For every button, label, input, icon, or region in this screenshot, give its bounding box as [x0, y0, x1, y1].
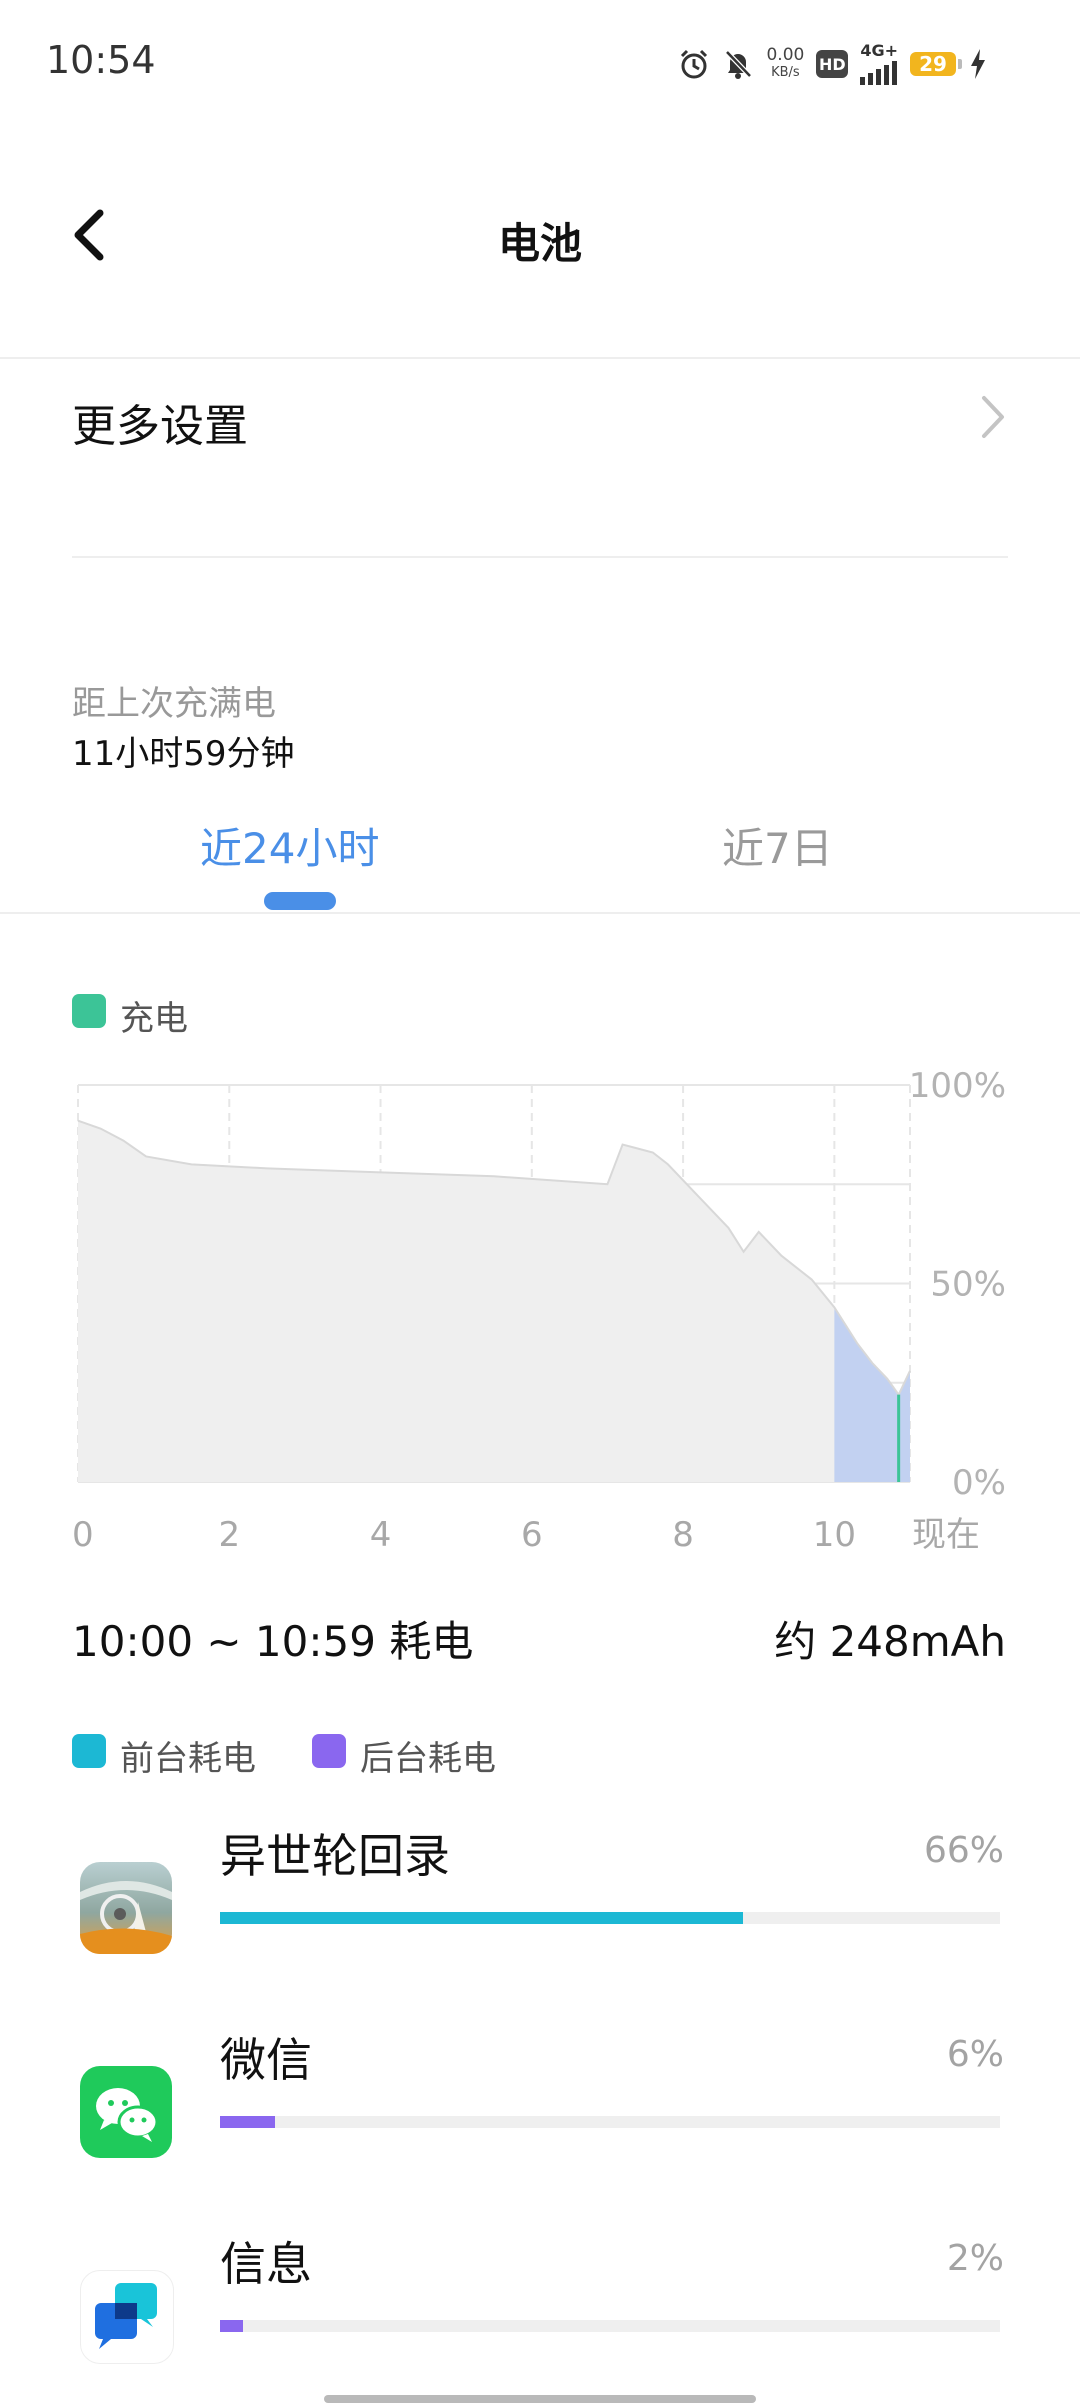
usage-bar: [220, 2116, 1000, 2128]
chevron-right-icon: [982, 396, 1004, 438]
x-tick-label: 现在: [912, 1515, 980, 1555]
net-speed-value: 0.00: [766, 45, 805, 65]
charging-bolt-icon: [971, 49, 985, 79]
usage-time-range: 10:00 ~ 10:59 耗电: [72, 1617, 474, 1666]
charging-legend-swatch: [72, 994, 106, 1028]
signal-icon: [860, 59, 898, 85]
usage-bar-fill: [220, 1912, 743, 1924]
app-row-wechat[interactable]: 微信 6%: [0, 2004, 1080, 2204]
messages-icon: [80, 2270, 174, 2364]
battery-level: 29: [919, 52, 947, 76]
foreground-legend-label: 前台耗电: [120, 1739, 256, 1779]
usage-bar: [220, 1912, 1000, 1924]
home-indicator[interactable]: [324, 2395, 756, 2403]
tab-24-hours[interactable]: 近24小时: [200, 815, 379, 876]
y-tick-label: 0%: [952, 1463, 1006, 1503]
wechat-icon: [80, 2066, 172, 2158]
net-speed: 0.00 KB/s: [766, 46, 804, 82]
status-icons: 0.00 KB/s HD 4G+ 29: [678, 40, 988, 88]
app-percent: 6%: [946, 2034, 1004, 2075]
usage-bar-fill: [220, 2116, 275, 2128]
battery-icon: 29: [910, 52, 962, 76]
app-name: 微信: [220, 2033, 312, 2087]
x-tick-label: 0: [72, 1515, 94, 1555]
foreground-legend-swatch: [72, 1734, 106, 1768]
network-indicator: 4G+: [860, 43, 898, 85]
y-tick-label: 100%: [909, 1066, 1006, 1106]
game-app-icon: [80, 1862, 172, 1954]
app-percent: 66%: [923, 1830, 1004, 1871]
y-tick-label: 50%: [930, 1265, 1006, 1305]
x-tick-label: 8: [672, 1515, 694, 1555]
bell-muted-icon: [725, 50, 753, 79]
battery-level-chart: 100% 50% 0% 0 2 4 6 8 10 现在: [72, 1066, 1006, 1555]
tab-7-days[interactable]: 近7日: [722, 815, 833, 876]
tabs-divider: [0, 912, 1080, 914]
tab-indicator: [264, 892, 336, 910]
app-name: 异世轮回录: [220, 1829, 450, 1883]
x-tick-label: 6: [521, 1515, 543, 1555]
alarm-icon: [681, 49, 708, 79]
app-row-messages[interactable]: 信息 2%: [0, 2208, 1080, 2408]
app-percent: 2%: [946, 2238, 1004, 2279]
header-divider: [0, 357, 1080, 359]
x-tick-label: 4: [370, 1515, 392, 1555]
app-row-yishi[interactable]: 异世轮回录 66%: [0, 1800, 1080, 2000]
app-name: 信息: [220, 2237, 312, 2291]
usage-bar: [220, 2320, 1000, 2332]
background-legend-swatch: [312, 1734, 346, 1768]
charging-legend-label: 充电: [120, 999, 188, 1039]
usage-total: 约 248mAh: [774, 1617, 1006, 1666]
net-speed-unit: KB/s: [771, 65, 800, 80]
background-legend-label: 后台耗电: [360, 1739, 496, 1779]
battery-area: [78, 1120, 910, 1482]
status-time: 10:54: [46, 38, 156, 82]
more-settings-row[interactable]: 更多设置: [72, 360, 1008, 470]
x-tick-label: 10: [813, 1515, 856, 1555]
more-settings-label: 更多设置: [72, 401, 248, 452]
page-title: 电池: [497, 219, 582, 268]
network-type: 4G+: [860, 41, 898, 60]
hd-badge: HD: [816, 50, 849, 78]
since-full-charge-label: 距上次充满电: [72, 684, 276, 724]
section-divider: [72, 556, 1008, 558]
since-full-charge-value: 11小时59分钟: [72, 734, 295, 774]
usage-bar-fill: [220, 2320, 244, 2332]
x-tick-label: 2: [218, 1515, 240, 1555]
